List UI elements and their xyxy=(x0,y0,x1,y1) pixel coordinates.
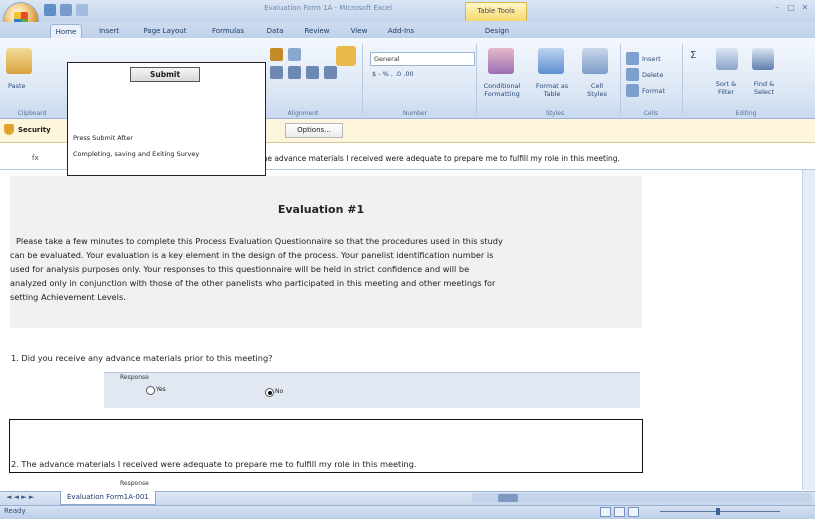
radio-yes-label: Yes xyxy=(156,386,166,393)
radio-no[interactable] xyxy=(265,388,274,397)
tab-review[interactable]: Review xyxy=(300,24,334,38)
autosum-icon[interactable]: Σ xyxy=(690,51,696,61)
clipboard-group-label: Clipboard xyxy=(17,110,47,117)
fill-color-icon[interactable] xyxy=(270,48,283,61)
number-format-buttons[interactable]: $ - % , .0 .00 xyxy=(372,70,414,78)
increase-indent-icon[interactable] xyxy=(324,66,337,79)
align-right-icon[interactable] xyxy=(288,66,301,79)
zoom-knob[interactable] xyxy=(716,508,720,515)
radio-no-label: No xyxy=(275,388,284,395)
popup-instruction-2: Completing, saving and Exiting Survey xyxy=(73,150,200,158)
intro-line-2: can be evaluated. Your evaluation is a k… xyxy=(10,250,494,260)
number-format-select[interactable]: General xyxy=(370,52,475,66)
horizontal-scrollbar[interactable] xyxy=(472,493,812,503)
separator xyxy=(362,44,363,114)
tab-view[interactable]: View xyxy=(346,24,372,38)
format-cells-button[interactable]: Format xyxy=(642,87,665,95)
table-tools-context-tab: Table Tools xyxy=(465,2,527,21)
horizontal-scroll-thumb[interactable] xyxy=(498,494,518,502)
popup-instruction-1: Press Submit After xyxy=(73,134,133,142)
security-warning-label: Security xyxy=(18,126,51,134)
alignment-group-label: Alignment xyxy=(287,110,319,117)
conditional-formatting-label[interactable]: Conditional Formatting xyxy=(474,82,530,98)
formula-input[interactable]: The advance materials I received were ad… xyxy=(258,154,620,163)
vertical-scrollbar[interactable] xyxy=(802,170,815,490)
undo-icon[interactable] xyxy=(60,4,72,16)
tab-formulas[interactable]: Formulas xyxy=(208,24,248,38)
sort-filter-icon[interactable] xyxy=(716,48,738,70)
cell-styles-icon[interactable] xyxy=(582,48,608,74)
shield-icon xyxy=(4,124,14,135)
paste-label: Paste xyxy=(8,82,26,90)
status-text: Ready xyxy=(4,507,26,515)
close-button[interactable]: ✕ xyxy=(800,3,810,13)
number-group-label: Number xyxy=(402,110,428,117)
paste-icon[interactable] xyxy=(6,48,32,74)
submit-popup: Submit Press Submit After Completing, sa… xyxy=(67,62,266,176)
intro-line-4: analyzed only in conjunction with those … xyxy=(10,278,496,288)
separator xyxy=(476,44,477,114)
question-1: 1. Did you receive any advance materials… xyxy=(11,353,273,363)
maximize-button[interactable]: □ xyxy=(786,3,796,13)
orientation-icon[interactable] xyxy=(288,48,301,61)
delete-cells-button[interactable]: Delete xyxy=(642,71,663,79)
conditional-formatting-icon[interactable] xyxy=(488,48,514,74)
sheet-nav-buttons[interactable]: ◄ ◄ ► ► xyxy=(6,493,34,501)
minimize-button[interactable]: – xyxy=(772,3,782,13)
window-title: Evaluation Form 1A - Microsoft Excel xyxy=(264,4,392,12)
find-select-button[interactable]: Find & Select xyxy=(746,80,782,96)
align-center-icon[interactable] xyxy=(270,66,283,79)
cell-styles-label[interactable]: Cell Styles xyxy=(582,82,612,98)
tab-insert[interactable]: Insert xyxy=(94,24,124,38)
response-label-2: Response xyxy=(120,480,149,487)
separator xyxy=(620,44,621,114)
decrease-indent-icon[interactable] xyxy=(306,66,319,79)
question-2: 2. The advance materials I received were… xyxy=(11,459,417,469)
tab-home[interactable]: Home xyxy=(50,24,82,39)
delete-cells-icon[interactable] xyxy=(626,68,639,81)
insert-cells-icon[interactable] xyxy=(626,52,639,65)
format-as-table-icon[interactable] xyxy=(538,48,564,74)
options-button[interactable]: Options... xyxy=(285,123,343,138)
zoom-track xyxy=(660,511,780,512)
sheet-tab-active[interactable]: Evaluation Form1A-001 xyxy=(60,491,156,505)
format-cells-icon[interactable] xyxy=(626,84,639,97)
normal-view-icon[interactable] xyxy=(600,507,611,517)
intro-line-3: used for analysis purposes only. Your re… xyxy=(10,264,470,274)
find-select-icon[interactable] xyxy=(752,48,774,70)
wrap-text-icon[interactable] xyxy=(336,46,356,66)
intro-line-1: Please take a few minutes to complete th… xyxy=(16,236,503,246)
styles-group-label: Styles xyxy=(545,110,565,117)
tab-design[interactable]: Design xyxy=(480,24,514,38)
intro-line-5: setting Achievement Levels. xyxy=(10,292,126,302)
response-label: Response xyxy=(120,374,149,381)
insert-cells-button[interactable]: Insert xyxy=(642,55,661,63)
cells-group-label: Cells xyxy=(643,110,659,117)
tab-data[interactable]: Data xyxy=(262,24,288,38)
evaluation-title: Evaluation #1 xyxy=(277,203,365,216)
separator xyxy=(682,44,683,114)
zoom-slider[interactable] xyxy=(620,507,810,515)
save-icon[interactable] xyxy=(44,4,56,16)
submit-button[interactable]: Submit xyxy=(130,67,200,82)
redo-icon[interactable] xyxy=(76,4,88,16)
response-box-1 xyxy=(104,372,640,408)
radio-yes[interactable] xyxy=(146,386,155,395)
format-as-table-label[interactable]: Format as Table xyxy=(532,82,572,98)
editing-group-label: Editing xyxy=(735,110,757,117)
fx-icon[interactable]: fx xyxy=(32,154,39,162)
sort-filter-button[interactable]: Sort & Filter xyxy=(708,80,744,96)
tab-add-ins[interactable]: Add-Ins xyxy=(384,24,418,38)
tab-page-layout[interactable]: Page Layout xyxy=(140,24,190,38)
